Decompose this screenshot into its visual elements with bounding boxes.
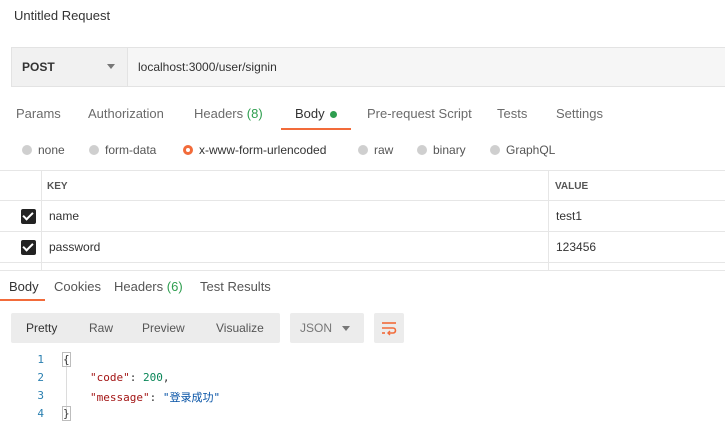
tab-response-headers[interactable]: Headers (6) — [114, 279, 183, 294]
format-toggle-group: Pretty Raw Preview Visualize — [11, 313, 280, 343]
code-line: 2 "code": 200, — [0, 371, 725, 389]
column-divider — [548, 232, 549, 262]
column-divider — [548, 201, 549, 231]
row-checkbox[interactable] — [21, 209, 36, 224]
tab-authorization[interactable]: Authorization — [88, 106, 164, 121]
format-visualize-button[interactable]: Visualize — [216, 321, 264, 335]
value-column-header: VALUE — [555, 181, 589, 192]
chevron-down-icon — [107, 64, 115, 69]
column-divider — [41, 171, 42, 200]
line-number: 1 — [37, 353, 44, 366]
radio-form-data[interactable]: form-data — [89, 143, 156, 157]
table-row: password 123456 — [0, 232, 725, 263]
column-divider — [41, 263, 42, 270]
tab-settings[interactable]: Settings — [556, 106, 603, 121]
radio-circle-icon — [490, 145, 500, 155]
column-divider — [548, 263, 549, 270]
table-row-empty[interactable] — [0, 263, 725, 271]
method-select[interactable]: POST — [12, 48, 128, 86]
active-tab-underline — [281, 128, 351, 130]
json-entry: "code": 200, — [90, 371, 170, 384]
code-line: 4 } — [0, 406, 725, 425]
key-column-header: KEY — [47, 181, 68, 192]
json-key: "message" — [90, 391, 150, 404]
format-pretty-button[interactable]: Pretty — [26, 321, 57, 335]
line-number: 3 — [37, 389, 44, 402]
json-number-value: 200 — [143, 371, 163, 384]
code-line: 3 "message": "登录成功" — [0, 389, 725, 407]
tab-test-results[interactable]: Test Results — [200, 279, 271, 294]
json-string-value: "登录成功" — [162, 391, 221, 404]
request-tabs: Params Authorization Headers (8) Body Pr… — [0, 98, 725, 128]
tab-pre-request-script[interactable]: Pre-request Script — [367, 106, 472, 121]
table-header: KEY VALUE — [0, 170, 725, 201]
format-raw-button[interactable]: Raw — [89, 321, 113, 335]
body-type-options: none form-data x-www-form-urlencoded raw… — [0, 140, 725, 162]
wrap-lines-button[interactable] — [374, 313, 404, 343]
table-row: name test1 — [0, 201, 725, 232]
radio-selected-icon — [183, 145, 193, 155]
radio-circle-icon — [417, 145, 427, 155]
line-number: 4 — [37, 407, 44, 420]
tab-body[interactable]: Body — [295, 106, 337, 121]
response-headers-count: (6) — [166, 279, 183, 294]
language-select[interactable]: JSON — [290, 313, 364, 343]
body-active-dot-icon — [329, 111, 337, 119]
open-brace: { — [62, 352, 71, 367]
param-key[interactable]: password — [49, 240, 100, 254]
response-tabs: Body Cookies Headers (6) Test Results — [0, 276, 725, 302]
radio-circle-icon — [89, 145, 99, 155]
line-number: 2 — [37, 371, 44, 384]
chevron-down-icon — [342, 326, 350, 331]
language-select-value: JSON — [300, 321, 333, 335]
json-key: "code" — [90, 371, 130, 384]
tab-params[interactable]: Params — [16, 106, 61, 121]
row-checkbox[interactable] — [21, 240, 36, 255]
radio-x-www-form-urlencoded[interactable]: x-www-form-urlencoded — [183, 143, 326, 157]
headers-count: (8) — [246, 106, 263, 121]
url-input[interactable] — [128, 48, 723, 86]
request-title: Untitled Request — [14, 8, 111, 23]
tab-response-cookies[interactable]: Cookies — [54, 279, 101, 294]
param-value[interactable]: 123456 — [556, 240, 596, 254]
active-response-tab-underline — [0, 299, 45, 301]
radio-binary[interactable]: binary — [417, 143, 466, 157]
column-divider — [548, 171, 549, 200]
method-label: POST — [22, 60, 55, 74]
json-entry: "message": "登录成功" — [90, 391, 221, 404]
tab-response-body[interactable]: Body — [9, 279, 39, 294]
tab-tests[interactable]: Tests — [497, 106, 527, 121]
radio-circle-icon — [358, 145, 368, 155]
close-brace: } — [62, 406, 71, 421]
url-bar: POST — [11, 47, 725, 87]
wrap-lines-icon — [382, 322, 397, 336]
code-line: 1 { — [0, 352, 725, 371]
radio-circle-icon — [22, 145, 32, 155]
param-value[interactable]: test1 — [556, 209, 582, 223]
format-preview-button[interactable]: Preview — [142, 321, 185, 335]
radio-graphql[interactable]: GraphQL — [490, 143, 555, 157]
column-divider — [41, 201, 42, 231]
column-divider — [41, 232, 42, 262]
radio-raw[interactable]: raw — [358, 143, 393, 157]
tab-headers[interactable]: Headers (8) — [194, 106, 263, 121]
param-key[interactable]: name — [49, 209, 79, 223]
radio-none[interactable]: none — [22, 143, 65, 157]
